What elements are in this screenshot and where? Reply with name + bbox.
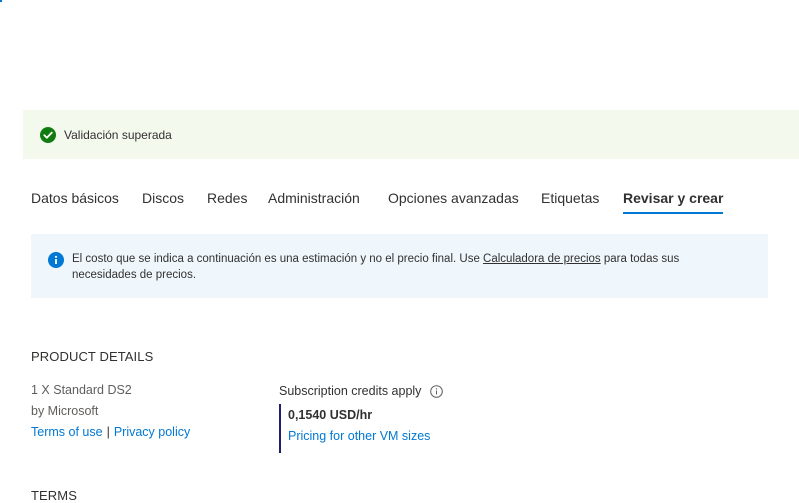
price-block: 0,1540 USD/hr Pricing for other VM sizes	[279, 404, 488, 453]
vm-price: 0,1540 USD/hr	[288, 408, 373, 422]
tab-discos[interactable]: Discos	[142, 189, 184, 214]
info-outline-icon[interactable]	[430, 384, 444, 398]
terms-of-use-link[interactable]: Terms of use	[31, 425, 103, 439]
info-icon	[48, 252, 64, 268]
tab-administracion[interactable]: Administración	[268, 189, 360, 214]
other-vm-sizes-link[interactable]: Pricing for other VM sizes	[288, 429, 488, 443]
pricing-info-message: El costo que se indica a continuación es…	[72, 251, 732, 283]
info-text-before: El costo que se indica a continuación es…	[72, 253, 484, 265]
product-name: 1 X Standard DS2	[31, 383, 132, 397]
subscription-credits: Subscription credits apply	[279, 381, 444, 401]
tab-etiquetas[interactable]: Etiquetas	[541, 189, 599, 214]
product-info: 1 X Standard DS2 by Microsoft Terms of u…	[31, 381, 190, 444]
product-publisher: by Microsoft	[31, 404, 99, 418]
validation-banner: Validación superada	[23, 110, 799, 159]
terms-heading: TERMS	[31, 488, 77, 503]
tab-opciones-avanzadas[interactable]: Opciones avanzadas	[388, 189, 519, 214]
link-separator: |	[106, 425, 110, 439]
tab-revisar-y-crear[interactable]: Revisar y crear	[623, 189, 724, 214]
corner-dot	[0, 0, 2, 2]
product-details-heading: PRODUCT DETAILS	[31, 349, 154, 364]
product-links: Terms of use | Privacy policy	[31, 423, 190, 444]
tab-datos-basicos[interactable]: Datos básicos	[31, 189, 119, 214]
validation-text: Validación superada	[64, 127, 172, 142]
tab-redes[interactable]: Redes	[207, 189, 247, 214]
pricing-info: Subscription credits apply 0,1540 USD/hr…	[279, 381, 444, 453]
pricing-calculator-link[interactable]: Calculadora de precios	[483, 253, 601, 265]
checkmark-circle-icon	[40, 126, 56, 143]
credits-label: Subscription credits apply	[279, 384, 422, 398]
pricing-info-box: El costo que se indica a continuación es…	[31, 234, 768, 298]
privacy-policy-link[interactable]: Privacy policy	[114, 425, 190, 439]
